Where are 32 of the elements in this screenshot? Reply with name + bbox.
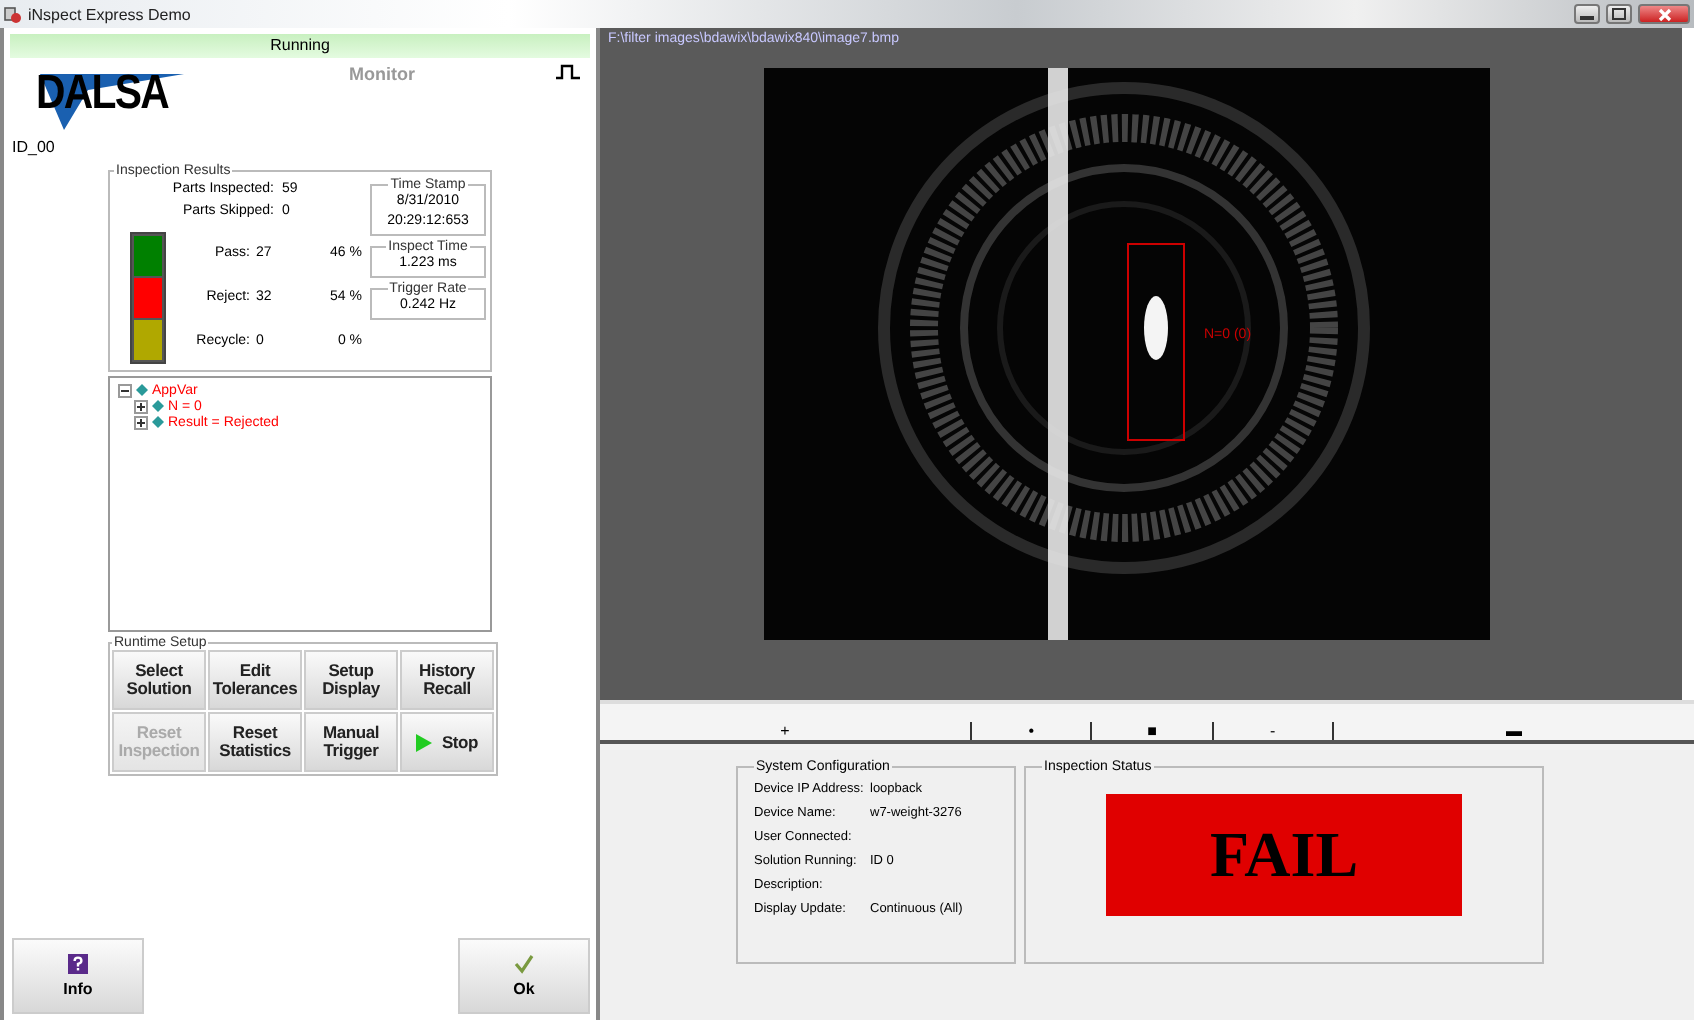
maximize-button[interactable] — [1606, 4, 1632, 24]
maximize-icon — [1612, 8, 1626, 20]
ruler-mark[interactable]: ▬ — [1332, 722, 1694, 740]
minimize-button[interactable] — [1574, 4, 1600, 24]
help-icon — [68, 954, 88, 974]
ruler-mark[interactable]: • — [970, 722, 1091, 740]
ruler-mark[interactable]: ■ — [1090, 722, 1212, 740]
check-icon — [514, 954, 534, 974]
expand-icon[interactable] — [134, 415, 148, 429]
mode-label: Monitor — [347, 64, 417, 84]
expand-icon[interactable] — [134, 399, 148, 413]
fail-indicator: FAIL — [1106, 794, 1462, 916]
close-button[interactable] — [1638, 4, 1690, 24]
status-bar: Running — [10, 34, 590, 58]
close-icon — [1657, 7, 1671, 21]
setup-button[interactable]: Manual Trigger — [304, 712, 398, 772]
window-title: iNspect Express Demo — [28, 5, 191, 23]
setup-button[interactable]: Edit Tolerances — [208, 650, 302, 710]
setup-button[interactable]: Setup Display — [304, 650, 398, 710]
app-icon — [4, 5, 22, 23]
pulse-icon — [556, 64, 580, 80]
setup-button[interactable]: Reset Statistics — [208, 712, 302, 772]
setup-button[interactable]: Select Solution — [112, 650, 206, 710]
setup-button[interactable]: History Recall — [400, 650, 494, 710]
ruler-mark[interactable]: + — [600, 722, 970, 740]
info-button[interactable]: Info — [12, 938, 144, 1014]
setup-button[interactable]: Stop — [400, 712, 494, 772]
ruler-mark[interactable]: - — [1211, 722, 1332, 740]
device-id: ID_00 — [12, 138, 57, 156]
ok-button[interactable]: Ok — [458, 938, 590, 1014]
play-icon — [415, 733, 432, 751]
collapse-icon[interactable] — [118, 383, 132, 397]
